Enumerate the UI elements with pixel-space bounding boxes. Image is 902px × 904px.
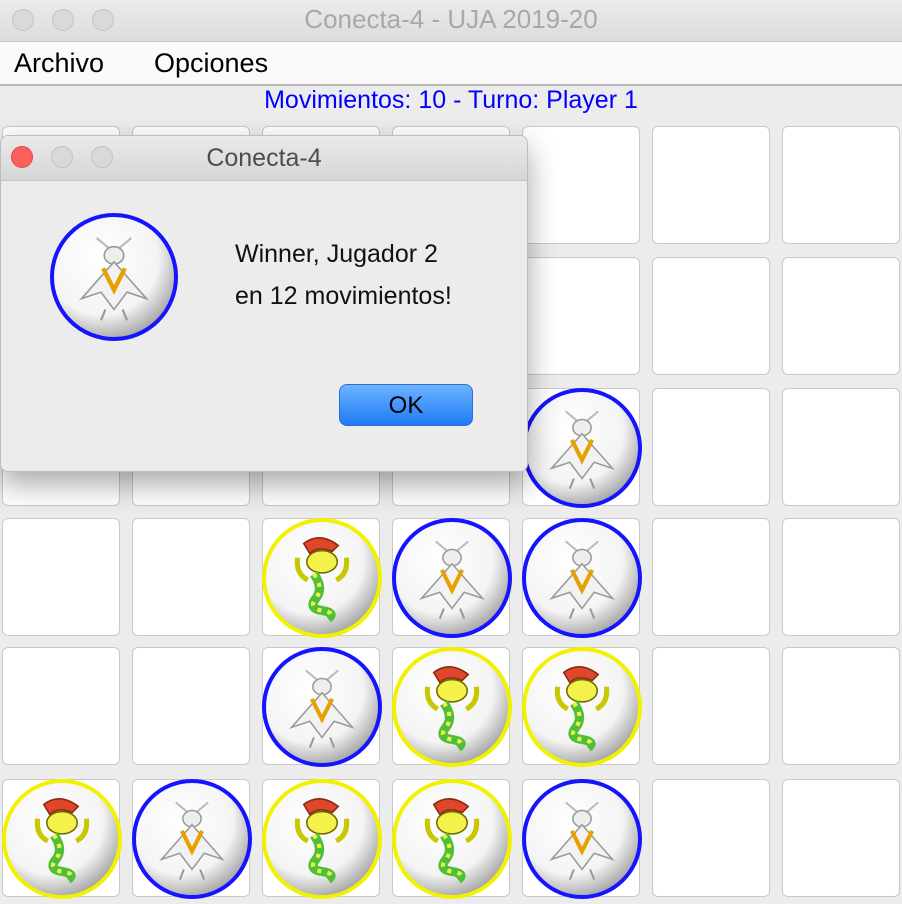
board-cell-r6-c4[interactable] xyxy=(392,779,512,899)
blue-piece-icon xyxy=(522,518,642,638)
yellow-piece-icon xyxy=(262,518,382,638)
board-cell-r5-c4[interactable] xyxy=(392,647,512,767)
winner-dialog: Conecta-4 Winner, Jugador 2 en 12 movimi… xyxy=(0,135,528,472)
board-cell-r2-c6[interactable] xyxy=(652,257,770,375)
yellow-piece-icon xyxy=(392,647,512,767)
board-cell-r6-c2[interactable] xyxy=(132,779,252,899)
dialog-message-line1: Winner, Jugador 2 xyxy=(235,240,438,268)
board-cell-r6-c6[interactable] xyxy=(652,779,770,897)
status-label: Movimientos: 10 - Turno: Player 1 xyxy=(264,86,638,114)
board-cell-r3-c5[interactable] xyxy=(522,388,642,508)
board-cell-r4-c4[interactable] xyxy=(392,518,512,638)
board-cell-r1-c6[interactable] xyxy=(652,126,770,244)
board-cell-r5-c2[interactable] xyxy=(132,647,250,765)
board-cell-r2-c5[interactable] xyxy=(522,257,640,375)
board-cell-r6-c1[interactable] xyxy=(2,779,122,899)
blue-piece-icon xyxy=(262,647,382,767)
ok-button[interactable]: OK xyxy=(339,384,473,426)
blue-piece-icon xyxy=(50,213,178,341)
board-cell-r1-c5[interactable] xyxy=(522,126,640,244)
main-window-titlebar: Conecta-4 - UJA 2019-20 xyxy=(0,0,902,42)
board-cell-r6-c5[interactable] xyxy=(522,779,642,899)
board-cell-r4-c6[interactable] xyxy=(652,518,770,636)
board-cell-r5-c1[interactable] xyxy=(2,647,120,765)
board-cell-r2-c7[interactable] xyxy=(782,257,900,375)
yellow-piece-icon xyxy=(392,779,512,899)
board-cell-r1-c7[interactable] xyxy=(782,126,900,244)
blue-piece-icon xyxy=(522,779,642,899)
board-cell-r6-c7[interactable] xyxy=(782,779,900,897)
board-cell-r5-c3[interactable] xyxy=(262,647,382,767)
board-cell-r5-c5[interactable] xyxy=(522,647,642,767)
board-cell-r5-c6[interactable] xyxy=(652,647,770,765)
board-cell-r6-c3[interactable] xyxy=(262,779,382,899)
window-title: Conecta-4 - UJA 2019-20 xyxy=(304,4,598,34)
menu-archivo[interactable]: Archivo xyxy=(14,48,104,79)
board-cell-r5-c7[interactable] xyxy=(782,647,900,765)
dialog-message-line2: en 12 movimientos! xyxy=(235,282,452,310)
yellow-piece-icon xyxy=(262,779,382,899)
menu-bar: Archivo Opciones xyxy=(0,42,902,86)
blue-piece-icon xyxy=(132,779,252,899)
yellow-piece-icon xyxy=(2,779,122,899)
board-cell-r3-c7[interactable] xyxy=(782,388,900,506)
board-cell-r3-c6[interactable] xyxy=(652,388,770,506)
board-cell-r4-c3[interactable] xyxy=(262,518,382,638)
board-cell-r4-c5[interactable] xyxy=(522,518,642,638)
board-cell-r4-c1[interactable] xyxy=(2,518,120,636)
menu-opciones[interactable]: Opciones xyxy=(154,48,268,79)
yellow-piece-icon xyxy=(522,647,642,767)
board-cell-r4-c2[interactable] xyxy=(132,518,250,636)
blue-piece-icon xyxy=(522,388,642,508)
board-cell-r4-c7[interactable] xyxy=(782,518,900,636)
dialog-title: Conecta-4 xyxy=(206,144,322,172)
blue-piece-icon xyxy=(392,518,512,638)
dialog-titlebar: Conecta-4 xyxy=(1,136,527,181)
